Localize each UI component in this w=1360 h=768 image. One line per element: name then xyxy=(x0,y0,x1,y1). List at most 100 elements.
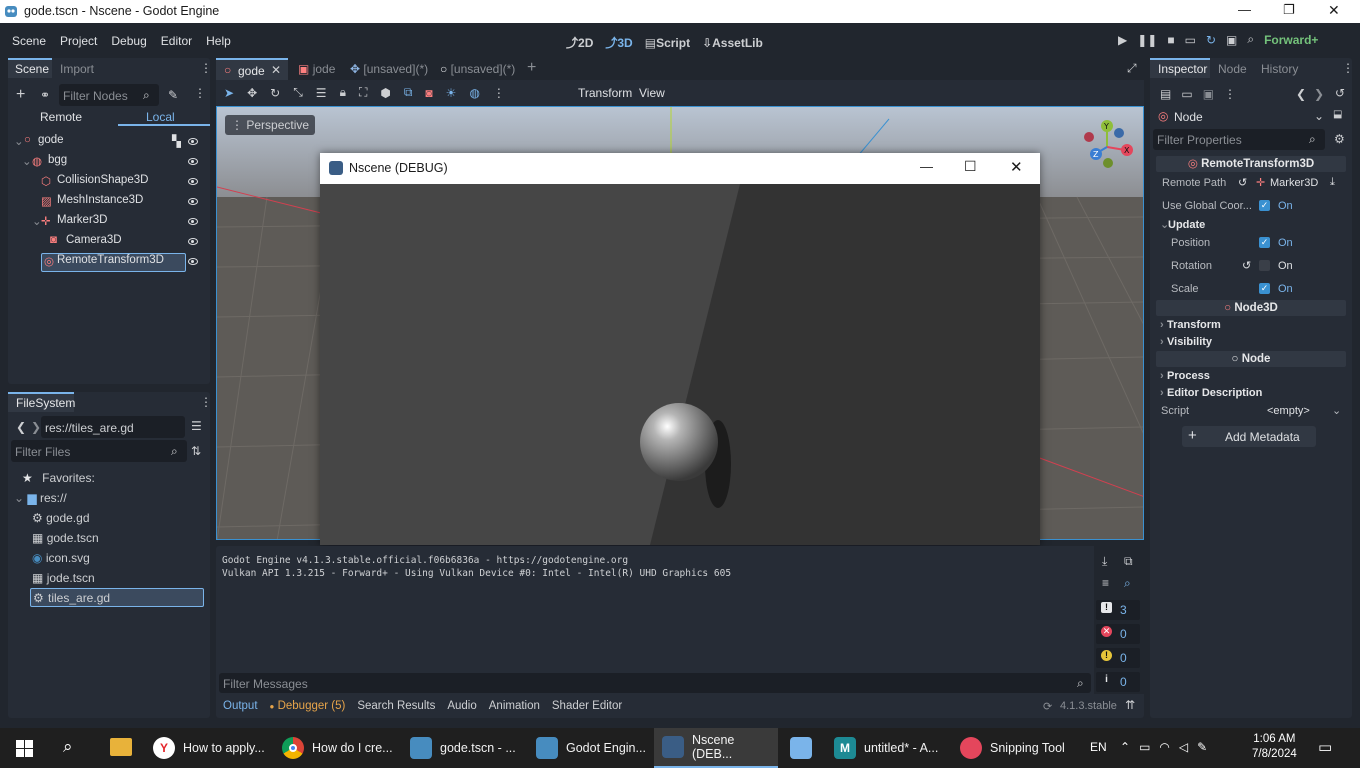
add-metadata-button[interactable]: + Add Metadata xyxy=(1182,426,1316,447)
filter-info-toggle[interactable]: i 0 xyxy=(1096,672,1140,692)
view-gizmo[interactable]: Y X Z xyxy=(1077,117,1137,177)
movie-icon[interactable]: ▣ xyxy=(1226,33,1237,47)
language-indicator[interactable]: EN xyxy=(1090,740,1107,754)
dock-menu-icon[interactable]: ⋮ xyxy=(200,61,212,75)
pen-icon[interactable]: ✎ xyxy=(1197,740,1207,754)
tab-search-results[interactable]: Search Results xyxy=(357,700,435,712)
close-button[interactable]: ✕ xyxy=(1328,2,1340,19)
taskbar-app-yandex[interactable]: Y How to apply... xyxy=(153,728,265,768)
collapse-icon[interactable]: ⌄ xyxy=(14,491,24,505)
maximize-button[interactable]: ❐ xyxy=(1283,2,1295,18)
taskbar-app-remote-desktop[interactable] xyxy=(790,728,820,768)
perspective-menu[interactable]: ⋮ Perspective xyxy=(225,115,316,135)
save-resource-icon[interactable]: ▣ xyxy=(1203,87,1214,101)
script-icon[interactable]: ▚ xyxy=(172,134,181,148)
tab-import[interactable]: Import xyxy=(60,62,94,76)
history-icon[interactable]: ↺ xyxy=(1335,86,1345,100)
tab-audio[interactable]: Audio xyxy=(447,700,476,712)
property-rotation[interactable]: Rotation ↺ On xyxy=(1160,257,1346,277)
scale-tool-icon[interactable]: ⤡ xyxy=(293,85,303,100)
visibility-eye-icon[interactable] xyxy=(188,198,198,205)
search-icon[interactable]: ⌕ xyxy=(63,737,73,757)
script-attach-icon[interactable]: ✎ xyxy=(168,88,178,102)
tree-item-bgg[interactable]: ⌄ ◍ bgg xyxy=(8,154,208,173)
menu-editor[interactable]: Editor xyxy=(161,34,192,48)
stop-icon[interactable]: ■ xyxy=(1167,33,1174,47)
remote-button[interactable]: Remote xyxy=(40,110,82,124)
search-icon[interactable]: ⌕ xyxy=(1124,576,1131,591)
tab-gode[interactable]: ○ gode ✕ xyxy=(216,58,288,80)
collapse-icon[interactable]: ⌄ xyxy=(22,154,32,168)
revert-icon[interactable]: ↺ xyxy=(1242,259,1251,272)
wifi-icon[interactable]: ◠ xyxy=(1159,740,1169,754)
favorites-row[interactable]: ★ Favorites: xyxy=(22,471,95,485)
chevron-up-icon[interactable]: ⌃ xyxy=(1120,740,1130,754)
visibility-eye-icon[interactable] xyxy=(188,258,198,265)
pin-panel-icon[interactable]: ⇈ xyxy=(1125,698,1135,712)
visibility-eye-icon[interactable] xyxy=(188,158,198,165)
menu-debug[interactable]: Debug xyxy=(111,34,146,48)
checkbox-checked-icon[interactable]: ✓ xyxy=(1259,283,1270,294)
transform-menu[interactable]: Transform xyxy=(578,86,632,100)
property-options-icon[interactable]: ⚙ xyxy=(1334,132,1345,146)
tree-item-collisionshape3d[interactable]: ⬡ CollisionShape3D xyxy=(8,174,208,193)
property-scale[interactable]: Scale ✓ On xyxy=(1160,280,1346,300)
debug-scene-icon[interactable]: ⌕ xyxy=(1247,32,1254,47)
mode-2d-button[interactable]: ⤴2D xyxy=(566,34,593,51)
assign-node-icon[interactable]: ⤓ xyxy=(1330,176,1335,189)
revert-icon[interactable]: ↺ xyxy=(1238,176,1247,189)
battery-icon[interactable]: ▭ xyxy=(1139,740,1150,754)
tree-item-marker3d[interactable]: ⌄ ✛ Marker3D xyxy=(8,214,208,233)
view-menu[interactable]: View xyxy=(639,86,665,100)
move-tool-icon[interactable]: ✥ xyxy=(247,86,257,100)
options-icon[interactable]: ⋮ xyxy=(194,86,206,100)
menu-scene[interactable]: Scene xyxy=(12,34,46,48)
mode-script-button[interactable]: ▤Script xyxy=(645,36,690,50)
tab-debugger[interactable]: ● Debugger (5) xyxy=(270,700,346,712)
file-row[interactable]: ⚙ gode.gd xyxy=(32,511,90,525)
folder-res-row[interactable]: ⌄ ▆ res:// xyxy=(14,491,67,505)
property-use-global-coordinates[interactable]: Use Global Coor... ✓ On xyxy=(1160,197,1346,217)
filter-properties-input[interactable]: Filter Properties ⌕ xyxy=(1153,129,1325,150)
tab-unsaved-1[interactable]: ✥ [unsaved](*) xyxy=(350,62,428,76)
tab-output[interactable]: Output xyxy=(223,700,258,712)
tab-node[interactable]: Node xyxy=(1218,62,1247,76)
remote-debug-icon[interactable]: ▭ xyxy=(1185,33,1196,47)
environment-icon[interactable]: ◍ xyxy=(469,86,479,100)
new-resource-icon[interactable]: ▤ xyxy=(1160,87,1171,101)
property-script[interactable]: Script <empty> ⌄ xyxy=(1160,402,1346,422)
select-tool-icon[interactable]: ➤ xyxy=(224,86,234,100)
group-icon[interactable]: ⛶ xyxy=(359,85,367,100)
collapse-messages-icon[interactable]: ≡ xyxy=(1102,576,1109,590)
pause-icon[interactable]: ❚❚ xyxy=(1137,33,1157,47)
property-remote-path[interactable]: Remote Path ↺ ✛ Marker3D ⤓ xyxy=(1160,174,1346,194)
tab-animation[interactable]: Animation xyxy=(489,700,540,712)
maximize-button[interactable]: ☐ xyxy=(964,158,977,175)
taskbar-app-chrome[interactable]: How do I cre... xyxy=(282,728,393,768)
renderer-select[interactable]: Forward+ xyxy=(1264,33,1318,47)
tree-item-remotetransform3d[interactable]: ◎ RemoteTransform3D xyxy=(8,253,208,273)
menu-help[interactable]: Help xyxy=(206,34,231,48)
back-icon[interactable]: ❮ xyxy=(16,420,26,434)
tab-history[interactable]: History xyxy=(1261,62,1298,76)
filter-nodes-input[interactable]: Filter Nodes ⌕ xyxy=(59,84,159,106)
file-row-selected[interactable]: ⚙ tiles_are.gd xyxy=(30,588,204,607)
checkbox-unchecked-icon[interactable] xyxy=(1259,260,1270,271)
filter-messages-input[interactable]: Filter Messages ⌕ xyxy=(219,673,1091,693)
tree-item-meshinstance3d[interactable]: ▨ MeshInstance3D xyxy=(8,194,208,213)
history-forward-icon[interactable]: ❯ xyxy=(1314,87,1324,101)
clock[interactable]: 1:06 AM 7/8/2024 xyxy=(1252,732,1297,762)
filter-log-toggle[interactable]: ! 3 xyxy=(1096,600,1140,620)
menu-project[interactable]: Project xyxy=(60,34,97,48)
close-tab-icon[interactable]: ✕ xyxy=(271,63,281,77)
mode-3d-button[interactable]: ⤴3D xyxy=(605,34,632,51)
local-space-icon[interactable]: ⬢ xyxy=(380,86,390,100)
taskbar-app-godot-editor[interactable]: gode.tscn - ... xyxy=(410,728,516,768)
collapse-icon[interactable]: ⌄ xyxy=(14,134,24,148)
group-editor-description[interactable]: › Editor Description xyxy=(1160,384,1346,404)
tree-item-gode[interactable]: ⌄ ○ gode ▚ xyxy=(8,134,208,153)
file-explorer-icon[interactable] xyxy=(110,738,132,756)
more-options-icon[interactable]: ⋮ xyxy=(1224,87,1236,101)
tab-unsaved-2[interactable]: ○ [unsaved](*) xyxy=(440,62,515,76)
camera-preview-icon[interactable]: ◙ xyxy=(425,86,432,100)
